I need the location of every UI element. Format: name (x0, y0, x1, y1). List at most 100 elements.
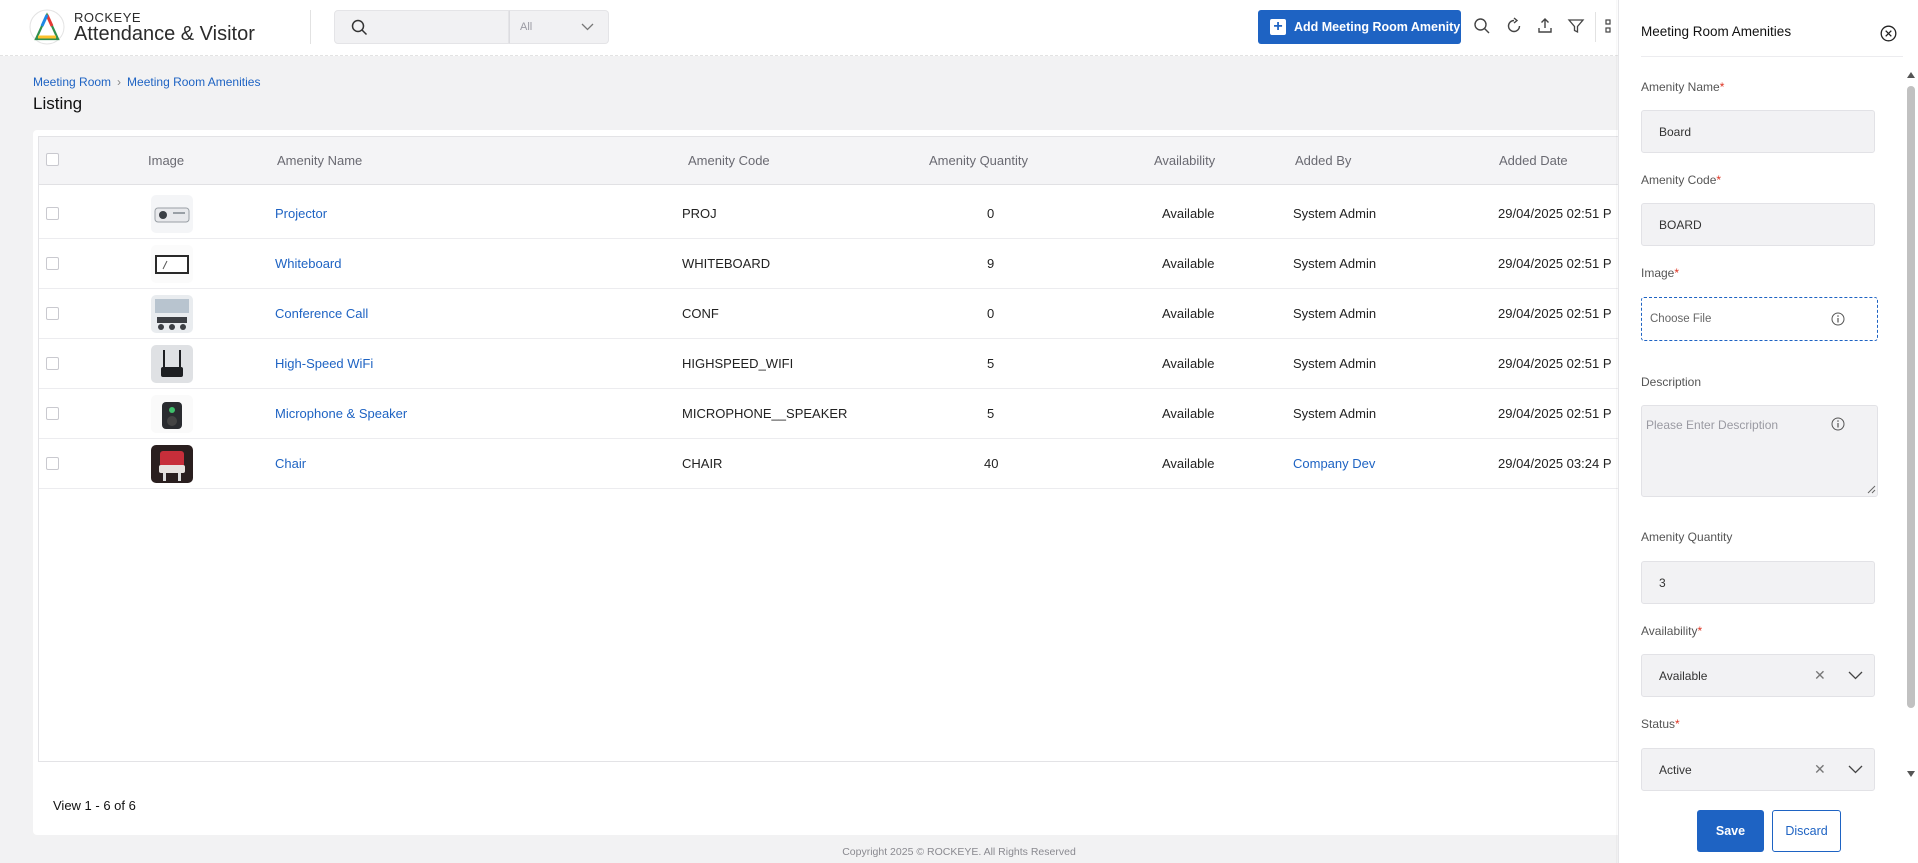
availability-label: Availability* (1641, 624, 1702, 638)
save-button[interactable]: Save (1697, 810, 1764, 852)
choose-file-placeholder: Choose File (1650, 313, 1712, 325)
column-header-availability[interactable]: Availability (1154, 153, 1215, 168)
add-button-label: Add Meeting Room Amenity (1294, 20, 1461, 34)
column-header-image[interactable]: Image (148, 153, 184, 168)
scroll-up-arrow-icon[interactable] (1906, 71, 1916, 79)
table-row[interactable]: Whiteboard WHITEBOARD 9 Available System… (39, 239, 1653, 289)
projector-image (151, 195, 193, 233)
rockeye-logo[interactable] (28, 8, 66, 46)
row-checkbox[interactable] (46, 407, 59, 420)
amenity-code-label: Amenity Code* (1641, 173, 1721, 187)
speaker-image (151, 395, 193, 433)
search-scope-value: All (520, 21, 533, 33)
chevron-down-icon[interactable] (1848, 671, 1863, 680)
amenity-name-link[interactable]: Projector (275, 206, 327, 221)
global-search-input[interactable] (334, 10, 509, 44)
description-label: Description (1641, 375, 1702, 389)
chair-image (151, 445, 193, 483)
search-icon[interactable] (1472, 16, 1492, 36)
column-header-added-date[interactable]: Added Date (1499, 153, 1568, 168)
row-checkbox[interactable] (46, 257, 59, 270)
chevron-down-icon[interactable] (1848, 765, 1863, 774)
availability-status: Available (1162, 356, 1215, 371)
listing-card: Image Amenity Name Amenity Code Amenity … (33, 130, 1653, 835)
clear-icon[interactable]: ✕ (1814, 667, 1826, 684)
amenity-quantity-field[interactable]: 3 (1641, 561, 1875, 604)
filter-icon[interactable] (1566, 16, 1586, 36)
column-header-added-by[interactable]: Added By (1295, 153, 1351, 168)
amenity-quantity: 5 (987, 356, 995, 371)
added-date: 29/04/2025 02:51 P (1498, 256, 1612, 271)
status-label: Status* (1641, 717, 1680, 731)
column-header-amenity-code[interactable]: Amenity Code (688, 153, 770, 168)
wifi-router-image (151, 345, 193, 383)
table-row[interactable]: Conference Call CONF 0 Available System … (39, 289, 1653, 339)
amenity-quantity: 5 (987, 406, 995, 421)
amenity-code: WHITEBOARD (682, 256, 771, 271)
info-icon[interactable] (1831, 312, 1845, 326)
table-header: Image Amenity Name Amenity Code Amenity … (39, 137, 1653, 185)
amenity-quantity: 40 (984, 456, 999, 471)
breadcrumb-meeting-room-amenities[interactable]: Meeting Room Amenities (127, 75, 260, 89)
amenities-table: Image Amenity Name Amenity Code Amenity … (38, 136, 1653, 762)
search-scope-select[interactable]: All (509, 10, 609, 44)
required-marker: * (1674, 266, 1680, 280)
amenity-name-link[interactable]: High-Speed WiFi (275, 356, 373, 371)
amenity-name-link[interactable]: Chair (275, 456, 306, 471)
panel-scrollbar-thumb[interactable] (1907, 86, 1915, 708)
amenity-code-field[interactable]: BOARD (1641, 203, 1875, 246)
amenity-code: CHAIR (682, 456, 723, 471)
pagination-summary: View 1 - 6 of 6 (53, 798, 136, 813)
row-checkbox[interactable] (46, 307, 59, 320)
info-icon[interactable] (1831, 417, 1845, 431)
row-checkbox[interactable] (46, 457, 59, 470)
amenity-code: PROJ (682, 206, 717, 221)
row-checkbox[interactable] (46, 357, 59, 370)
amenity-name-value: Board (1659, 125, 1692, 139)
plus-icon: + (1270, 19, 1286, 35)
scroll-down-arrow-icon[interactable] (1906, 770, 1916, 778)
description-textarea[interactable]: Please Enter Description (1641, 405, 1878, 497)
page-title: Listing (33, 94, 83, 113)
amenity-name-link[interactable]: Whiteboard (275, 256, 341, 271)
status-select[interactable]: Active ✕ (1641, 748, 1875, 791)
table-row[interactable]: Microphone & Speaker MICROPHONE__SPEAKER… (39, 389, 1653, 439)
required-marker: * (1719, 80, 1725, 94)
add-meeting-room-amenity-button[interactable]: + Add Meeting Room Amenity (1258, 10, 1461, 44)
export-icon[interactable] (1535, 16, 1555, 36)
resize-handle-icon[interactable] (1867, 485, 1876, 494)
availability-select[interactable]: Available ✕ (1641, 654, 1875, 697)
status-selected-value: Active (1659, 763, 1692, 777)
close-icon[interactable] (1880, 25, 1897, 42)
table-row[interactable]: Chair CHAIR 40 Available Company Dev 29/… (39, 439, 1653, 489)
added-by: System Admin (1293, 206, 1377, 221)
column-header-amenity-name[interactable]: Amenity Name (277, 153, 362, 168)
table-row[interactable]: High-Speed WiFi HIGHSPEED_WIFI 5 Availab… (39, 339, 1653, 389)
added-by-link[interactable]: Company Dev (1293, 456, 1375, 471)
refresh-icon[interactable] (1504, 16, 1524, 36)
breadcrumb-meeting-room[interactable]: Meeting Room (33, 75, 111, 89)
row-checkbox[interactable] (46, 207, 59, 220)
column-header-amenity-quantity[interactable]: Amenity Quantity (929, 153, 1028, 168)
table-row[interactable]: Projector PROJ 0 Available System Admin … (39, 189, 1653, 239)
amenity-quantity: 0 (987, 206, 995, 221)
amenity-name-link[interactable]: Microphone & Speaker (275, 406, 407, 421)
description-placeholder: Please Enter Description (1646, 418, 1779, 432)
amenity-name-label-text: Amenity Name (1641, 80, 1720, 94)
chevron-down-icon (581, 23, 594, 31)
amenity-name-field[interactable]: Board (1641, 110, 1875, 153)
amenity-quantity-value: 3 (1659, 576, 1666, 590)
required-marker: * (1716, 173, 1722, 187)
panel-divider (1641, 56, 1903, 57)
amenity-name-link[interactable]: Conference Call (275, 306, 368, 321)
added-date: 29/04/2025 02:51 P (1498, 356, 1612, 371)
breadcrumb: Meeting Room › Meeting Room Amenities (33, 75, 260, 89)
panel-title: Meeting Room Amenities (1641, 24, 1792, 39)
added-by: System Admin (1293, 256, 1377, 271)
clear-icon[interactable]: ✕ (1814, 761, 1826, 778)
amenity-code: CONF (682, 306, 719, 321)
amenity-code: MICROPHONE__SPEAKER (682, 406, 848, 421)
select-all-checkbox[interactable] (46, 153, 59, 166)
image-file-input[interactable]: Choose File (1641, 297, 1878, 341)
discard-button[interactable]: Discard (1772, 810, 1841, 852)
